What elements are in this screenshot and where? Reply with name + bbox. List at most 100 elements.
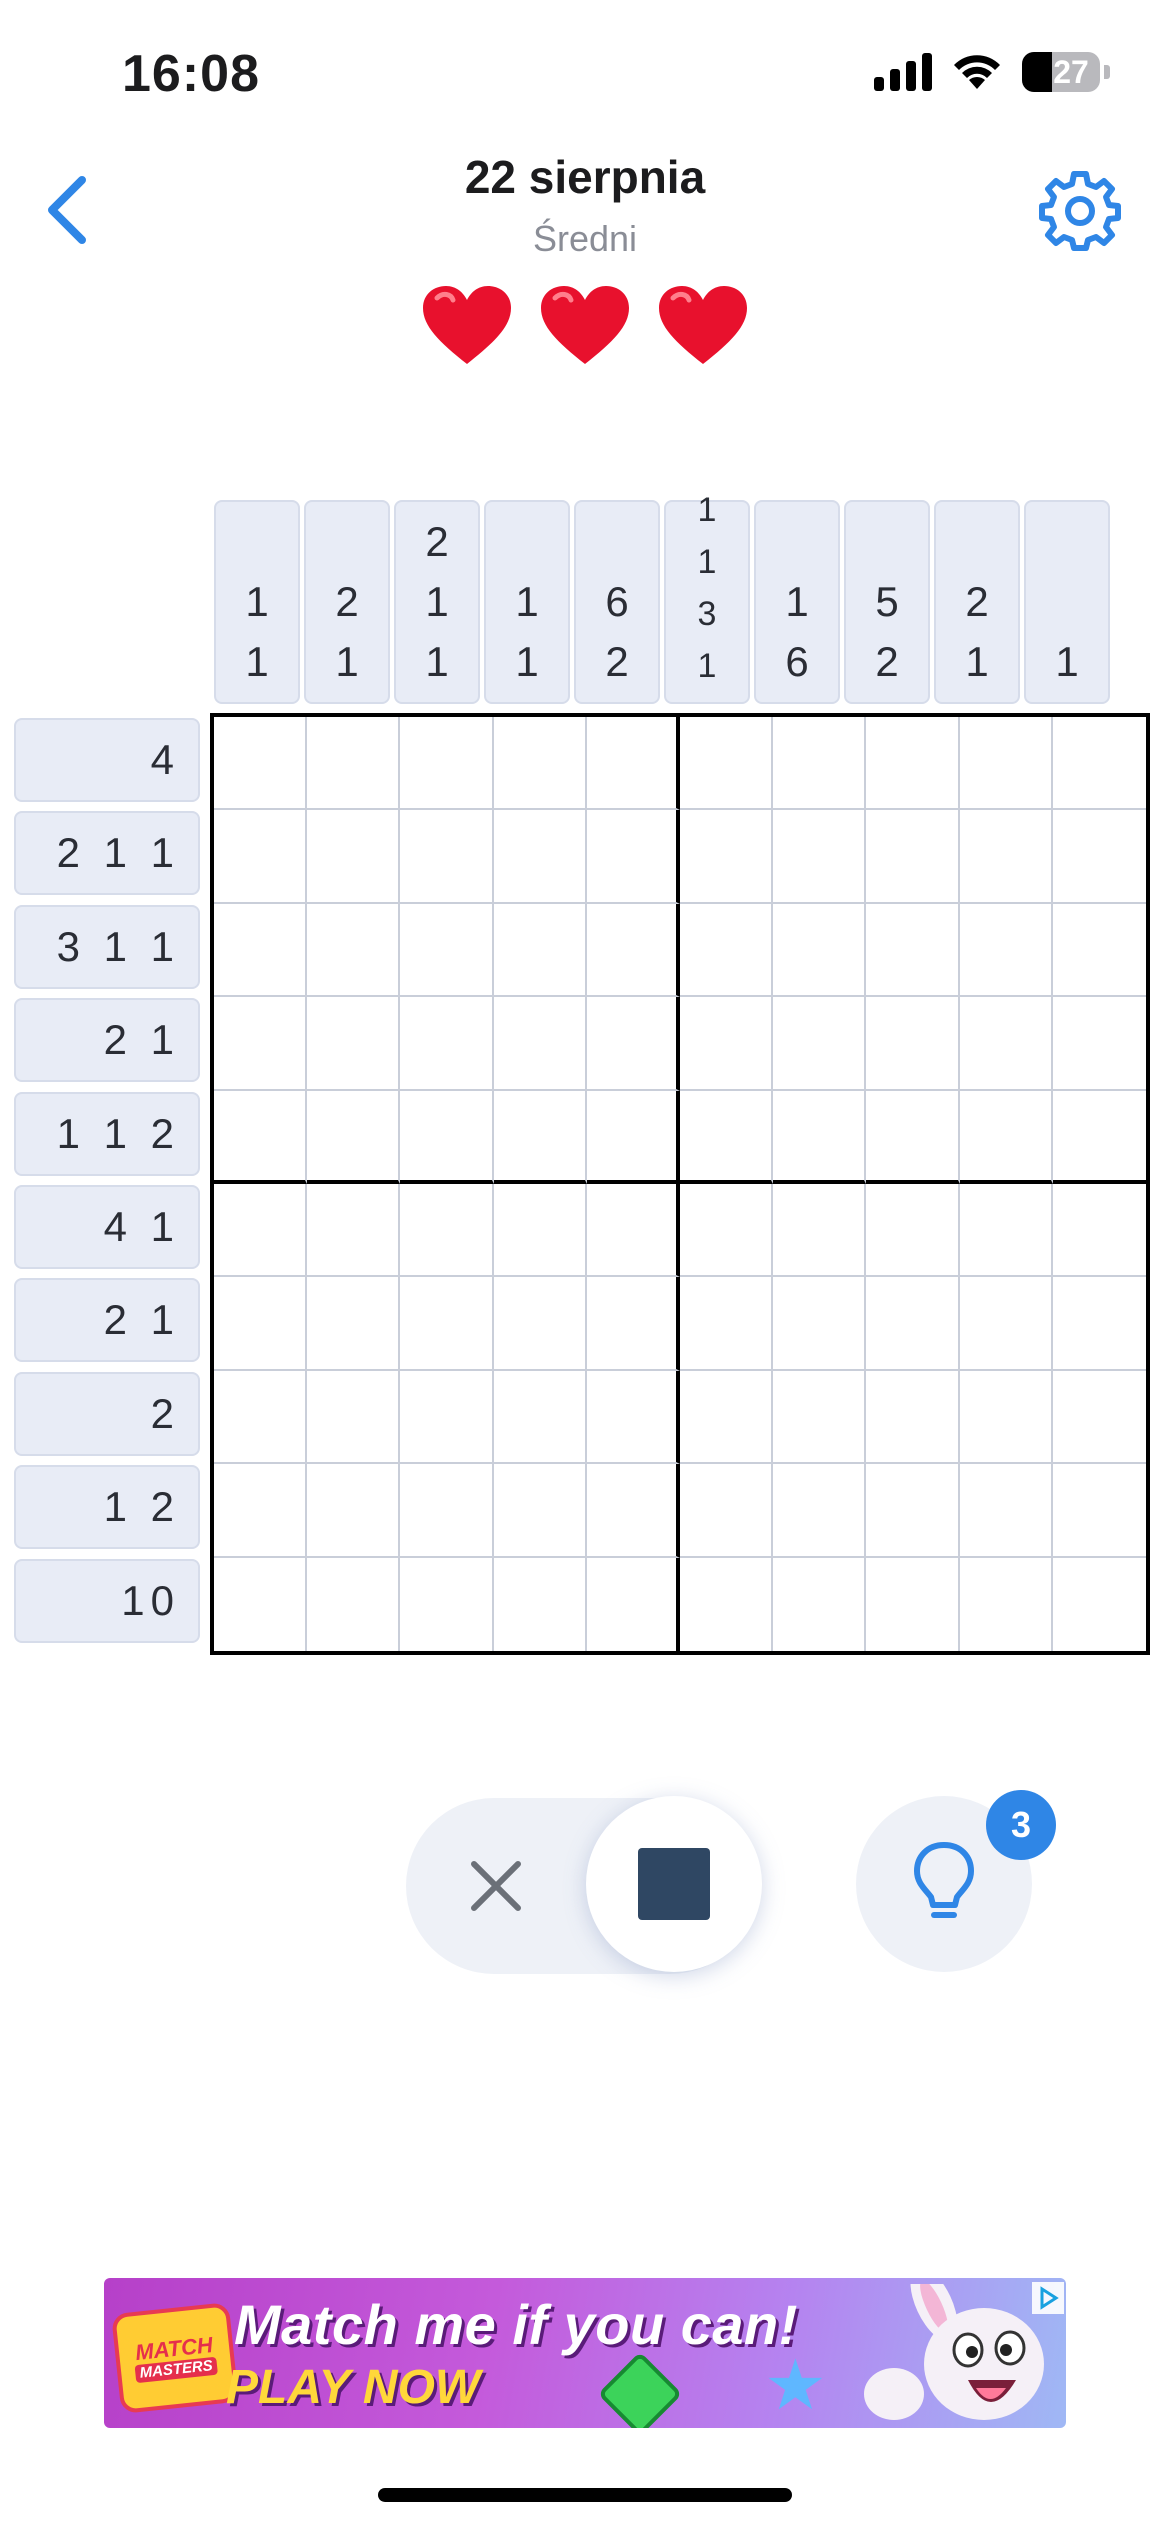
grid-cell[interactable]	[586, 997, 680, 1091]
grid-cell[interactable]	[214, 810, 308, 904]
grid-cell[interactable]	[214, 1277, 308, 1371]
grid-cell[interactable]	[959, 1090, 1053, 1184]
grid-cell[interactable]	[679, 1557, 774, 1651]
grid-cell[interactable]	[400, 1090, 494, 1184]
grid-cell[interactable]	[214, 1370, 308, 1465]
grid-cell[interactable]	[959, 810, 1053, 904]
grid-cell[interactable]	[493, 1090, 587, 1184]
grid-cell[interactable]	[214, 997, 308, 1091]
grid-cell[interactable]	[1052, 1464, 1146, 1558]
cross-mode-button[interactable]	[420, 1810, 572, 1962]
grid-cell[interactable]	[773, 1370, 867, 1465]
grid-cell[interactable]	[959, 1464, 1053, 1558]
grid-cell[interactable]	[400, 717, 494, 811]
grid-cell[interactable]	[307, 903, 401, 998]
grid-cell[interactable]	[493, 1370, 587, 1465]
grid-cell[interactable]	[679, 810, 774, 904]
grid-cell[interactable]	[773, 903, 867, 998]
grid-cell[interactable]	[959, 1277, 1053, 1371]
grid-cell[interactable]	[586, 1370, 680, 1465]
grid-cell[interactable]	[214, 1557, 308, 1651]
grid-cell[interactable]	[1052, 1184, 1146, 1278]
grid-cell[interactable]	[214, 1090, 308, 1184]
grid-cell[interactable]	[400, 903, 494, 998]
grid-cell[interactable]	[400, 1370, 494, 1465]
grid-cell[interactable]	[493, 997, 587, 1091]
grid-cell[interactable]	[679, 1090, 774, 1184]
grid-cell[interactable]	[773, 1277, 867, 1371]
grid-cell[interactable]	[1052, 903, 1146, 998]
grid-cell[interactable]	[866, 1090, 960, 1184]
grid-cell[interactable]	[773, 1557, 867, 1651]
grid-cell[interactable]	[214, 1184, 308, 1278]
settings-gear-icon[interactable]	[1038, 168, 1122, 252]
grid-cell[interactable]	[586, 810, 680, 904]
fill-mode-button[interactable]	[586, 1796, 762, 1972]
grid-cell[interactable]	[1052, 810, 1146, 904]
grid-cell[interactable]	[586, 903, 680, 998]
grid-cell[interactable]	[679, 717, 774, 811]
grid-cell[interactable]	[493, 1464, 587, 1558]
grid-cell[interactable]	[1052, 1277, 1146, 1371]
grid-cell[interactable]	[679, 1184, 774, 1278]
grid-cell[interactable]	[866, 717, 960, 811]
grid-cell[interactable]	[307, 1557, 401, 1651]
grid-cell[interactable]	[214, 717, 308, 811]
grid-cell[interactable]	[679, 997, 774, 1091]
grid-cell[interactable]	[1052, 997, 1146, 1091]
grid-cell[interactable]	[866, 1370, 960, 1465]
grid-cell[interactable]	[866, 1464, 960, 1558]
grid-cell[interactable]	[1052, 1090, 1146, 1184]
grid-cell[interactable]	[493, 717, 587, 811]
grid-cell[interactable]	[586, 1184, 680, 1278]
grid-cell[interactable]	[959, 1184, 1053, 1278]
grid-cell[interactable]	[493, 810, 587, 904]
grid-cell[interactable]	[307, 997, 401, 1091]
grid-cell[interactable]	[1052, 717, 1146, 811]
grid-cell[interactable]	[959, 717, 1053, 811]
grid-cell[interactable]	[773, 1090, 867, 1184]
grid-cell[interactable]	[679, 1370, 774, 1465]
grid-cell[interactable]	[866, 997, 960, 1091]
grid-cell[interactable]	[679, 903, 774, 998]
grid-cell[interactable]	[866, 1277, 960, 1371]
grid-cell[interactable]	[493, 1557, 587, 1651]
grid-cell[interactable]	[1052, 1370, 1146, 1465]
grid-cell[interactable]	[679, 1277, 774, 1371]
grid-cell[interactable]	[586, 1464, 680, 1558]
grid-cell[interactable]	[400, 1184, 494, 1278]
grid-cell[interactable]	[773, 1184, 867, 1278]
grid-cell[interactable]	[959, 997, 1053, 1091]
grid-cell[interactable]	[400, 1277, 494, 1371]
grid-cell[interactable]	[307, 810, 401, 904]
grid-cell[interactable]	[214, 1464, 308, 1558]
grid-cell[interactable]	[493, 903, 587, 998]
grid-cell[interactable]	[400, 1464, 494, 1558]
grid-cell[interactable]	[493, 1184, 587, 1278]
grid-cell[interactable]	[866, 903, 960, 998]
grid-cell[interactable]	[307, 1464, 401, 1558]
grid-cell[interactable]	[400, 997, 494, 1091]
grid-cell[interactable]	[400, 810, 494, 904]
ad-cta[interactable]: PLAY NOW	[226, 2360, 480, 2415]
grid-cell[interactable]	[586, 1557, 680, 1651]
grid-cell[interactable]	[959, 903, 1053, 998]
grid-cell[interactable]	[214, 903, 308, 998]
grid-cell[interactable]	[866, 1184, 960, 1278]
grid-cell[interactable]	[773, 997, 867, 1091]
grid-cell[interactable]	[773, 717, 867, 811]
grid-cell[interactable]	[307, 717, 401, 811]
grid-cell[interactable]	[493, 1277, 587, 1371]
grid-cell[interactable]	[866, 1557, 960, 1651]
grid-cell[interactable]	[307, 1370, 401, 1465]
grid-cell[interactable]	[307, 1277, 401, 1371]
grid-cell[interactable]	[1052, 1557, 1146, 1651]
grid-cell[interactable]	[959, 1370, 1053, 1465]
grid-cell[interactable]	[773, 1464, 867, 1558]
grid-cell[interactable]	[400, 1557, 494, 1651]
grid-cell[interactable]	[866, 810, 960, 904]
home-indicator[interactable]	[378, 2488, 792, 2502]
grid-cell[interactable]	[586, 717, 680, 811]
grid-cell[interactable]	[586, 1090, 680, 1184]
grid-cell[interactable]	[679, 1464, 774, 1558]
